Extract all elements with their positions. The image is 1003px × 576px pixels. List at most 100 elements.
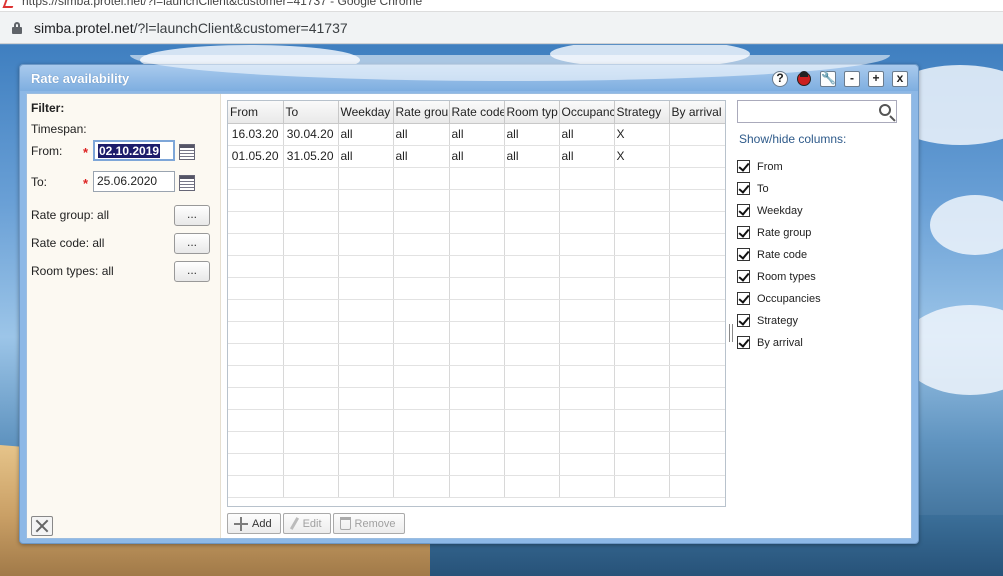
column-header[interactable]: Strategy [614, 101, 670, 124]
column-header[interactable]: Rate code [449, 101, 505, 124]
column-toggle-by-arrival[interactable]: By arrival [737, 336, 803, 349]
table-cell [669, 123, 725, 146]
empty-cell [338, 233, 394, 256]
rate-group-select-button[interactable]: ... [174, 205, 210, 226]
checkbox[interactable] [737, 160, 750, 173]
table-cell: X [614, 145, 670, 168]
search-icon[interactable] [879, 104, 891, 116]
from-date-input[interactable]: 02.10.2019 [93, 140, 175, 161]
table-cell: all [559, 123, 615, 146]
table-cell: all [504, 145, 560, 168]
window-titlebar[interactable]: Rate availability ? 🔧 - + x [20, 55, 918, 91]
empty-cell [614, 321, 670, 344]
close-button[interactable]: x [892, 71, 908, 87]
column-toggle-from[interactable]: From [737, 160, 783, 173]
trash-icon [339, 517, 351, 530]
address-bar[interactable]: simba.protel.net/?l=launchClient&custome… [0, 12, 1003, 44]
column-header[interactable]: By arrival [669, 101, 725, 124]
checkbox[interactable] [737, 204, 750, 217]
wrench-icon[interactable]: 🔧 [820, 71, 836, 87]
url-text[interactable]: simba.protel.net/?l=launchClient&custome… [34, 20, 348, 36]
empty-cell [614, 409, 670, 432]
column-toggle-rate-group[interactable]: Rate group [737, 226, 811, 239]
remove-button[interactable]: Remove [332, 513, 405, 534]
table-cell: all [559, 145, 615, 168]
empty-cell [228, 277, 284, 300]
checkbox[interactable] [737, 292, 750, 305]
column-header[interactable]: Rate grou [393, 101, 450, 124]
empty-cell [283, 321, 339, 344]
maximize-button[interactable]: + [868, 71, 884, 87]
ladybug-icon[interactable] [796, 71, 812, 87]
table-row[interactable]: 01.05.20 31.05.20 all all all all all X [228, 145, 725, 168]
required-marker: * [83, 145, 89, 160]
checkbox[interactable] [737, 248, 750, 261]
window-content: Filter: Timespan: From: * 02.10.2019 To:… [26, 93, 912, 539]
empty-cell [283, 431, 339, 454]
empty-table-row [228, 475, 725, 498]
table-cell: all [393, 123, 450, 146]
rate-availability-grid: From To Weekday Rate grou Rate code Room… [227, 100, 726, 507]
room-types-select-button[interactable]: ... [174, 261, 210, 282]
table-cell [669, 145, 725, 168]
column-toggle-strategy[interactable]: Strategy [737, 314, 798, 327]
checkbox[interactable] [737, 270, 750, 283]
column-toggle-occupancies[interactable]: Occupancies [737, 292, 821, 305]
empty-cell [338, 321, 394, 344]
empty-cell [228, 475, 284, 498]
calendar-icon[interactable] [179, 144, 195, 160]
empty-cell [283, 475, 339, 498]
table-cell: all [393, 145, 450, 168]
empty-cell [559, 277, 615, 300]
empty-cell [338, 453, 394, 476]
empty-cell [504, 211, 560, 234]
checkbox[interactable] [737, 182, 750, 195]
column-header[interactable]: From [228, 101, 284, 124]
column-toggle-to[interactable]: To [737, 182, 769, 195]
checkbox[interactable] [737, 336, 750, 349]
empty-cell [504, 475, 560, 498]
empty-cell [669, 189, 725, 212]
to-date-input[interactable]: 25.06.2020 [93, 171, 175, 192]
checkbox[interactable] [737, 226, 750, 239]
column-header[interactable]: To [283, 101, 339, 124]
rate-code-select-button[interactable]: ... [174, 233, 210, 254]
column-header[interactable]: Occupanc [559, 101, 615, 124]
show-hide-columns-label: Show/hide columns: [739, 132, 847, 146]
empty-cell [283, 255, 339, 278]
help-button[interactable]: ? [772, 71, 788, 87]
empty-cell [338, 299, 394, 322]
empty-cell [283, 167, 339, 190]
empty-cell [228, 189, 284, 212]
calendar-icon[interactable] [179, 175, 195, 191]
edit-button[interactable]: Edit [282, 513, 331, 534]
column-search-input[interactable] [737, 100, 897, 123]
room-types-label: Room types: all [31, 264, 114, 278]
to-label: To: [31, 175, 48, 189]
column-header[interactable]: Weekday [338, 101, 394, 124]
pencil-icon [289, 517, 299, 530]
table-cell: 30.04.20 [283, 123, 339, 146]
empty-cell [449, 453, 505, 476]
checkbox[interactable] [737, 314, 750, 327]
empty-cell [228, 255, 284, 278]
column-toggle-rate-code[interactable]: Rate code [737, 248, 807, 261]
column-toggle-weekday[interactable]: Weekday [737, 204, 803, 217]
empty-cell [283, 299, 339, 322]
empty-cell [283, 343, 339, 366]
empty-cell [559, 343, 615, 366]
panel-splitter[interactable] [729, 324, 733, 342]
empty-cell [338, 365, 394, 388]
column-toggle-room-types[interactable]: Room types [737, 270, 816, 283]
empty-cell [614, 277, 670, 300]
table-row[interactable]: 16.03.20 30.04.20 all all all all all X [228, 123, 725, 146]
clear-filter-icon[interactable] [31, 516, 53, 536]
column-header[interactable]: Room typ [504, 101, 560, 124]
empty-cell [504, 189, 560, 212]
add-button[interactable]: Add [227, 513, 281, 534]
empty-table-row [228, 233, 725, 256]
empty-cell [559, 189, 615, 212]
empty-table-row [228, 211, 725, 234]
minimize-button[interactable]: - [844, 71, 860, 87]
empty-cell [449, 299, 505, 322]
